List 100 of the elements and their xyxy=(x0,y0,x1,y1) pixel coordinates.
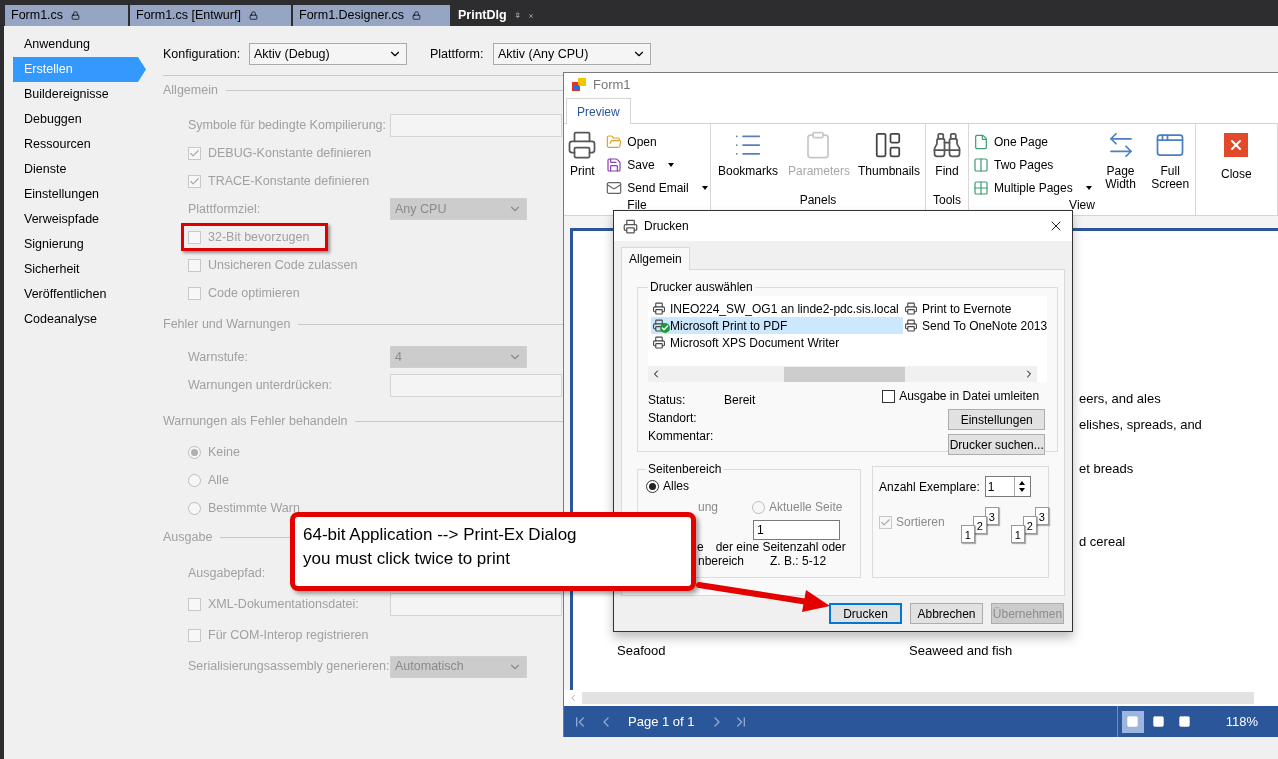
document-tab[interactable]: Form1.cs [Entwurf] xyxy=(130,5,291,26)
close-icon xyxy=(1224,133,1249,157)
info-label: Status: xyxy=(648,392,687,409)
app-icon xyxy=(572,78,587,92)
checkbox-label: Code optimieren xyxy=(208,284,300,302)
document-text: Seafood xyxy=(617,642,667,657)
section-title: Warnungen als Fehler behandeln xyxy=(163,412,348,430)
ribbon-tab[interactable]: Preview xyxy=(566,98,631,124)
ribbon-button[interactable]: Page Width xyxy=(1095,124,1146,191)
radio-button[interactable] xyxy=(752,500,766,514)
thumbnails-icon xyxy=(873,130,903,160)
radio-label: ung xyxy=(698,499,719,516)
sidebar-item[interactable]: Verweispfade xyxy=(13,207,146,232)
field-label: Warnstufe: xyxy=(188,348,249,366)
printer-icon xyxy=(623,218,638,234)
sidebar-item[interactable]: Einstellungen xyxy=(13,182,146,207)
default-check-icon xyxy=(660,323,670,333)
printer-icon xyxy=(651,336,667,349)
sidebar-item[interactable]: Anwendung xyxy=(13,32,146,57)
ribbon-button[interactable]: Open xyxy=(606,130,708,153)
sidebar-item[interactable]: Ressourcen xyxy=(13,132,146,157)
pin-icon[interactable] xyxy=(514,10,521,21)
dialog-button[interactable]: Drucker suchen... xyxy=(948,434,1046,455)
ribbon-button[interactable]: Send Email xyxy=(606,176,708,199)
ribbon-button[interactable]: One Page xyxy=(973,130,1092,153)
printer-item[interactable]: INEO224_SW_OG1 an linde2-pdc.sis.local xyxy=(651,300,903,317)
checkbox-label: Für COM-Interop registrieren xyxy=(208,627,369,645)
lock-icon xyxy=(71,11,81,20)
info-label: Kommentar: xyxy=(648,428,715,445)
document-text: et breads xyxy=(1079,460,1134,475)
checkbox-label: DEBUG-Konstante definieren xyxy=(208,144,372,162)
sidebar-item[interactable]: Codeanalyse xyxy=(13,307,146,332)
dialog-button[interactable]: Einstellungen xyxy=(948,409,1046,430)
field-label: Plattformziel: xyxy=(188,200,262,218)
ribbon-button[interactable]: Multiple Pages xyxy=(973,176,1092,199)
document-tab[interactable]: Form1.cs xyxy=(5,5,128,26)
sidebar-item[interactable]: Buildereignisse xyxy=(13,82,146,107)
caret-icon xyxy=(667,162,674,167)
radio-label: Alles xyxy=(663,478,689,495)
sidebar-item[interactable]: Sicherheit xyxy=(13,257,146,282)
printer-item[interactable]: Print to Evernote xyxy=(903,300,1048,317)
page-icon xyxy=(973,133,989,150)
document-tab[interactable]: Form1.Designer.cs xyxy=(293,5,450,26)
two-pages-icon xyxy=(973,156,989,173)
section-title: Fehler und Warnungen xyxy=(163,315,291,333)
printer-item[interactable]: Microsoft Print to PDF xyxy=(651,317,903,334)
hint-text: der eine Seitenzahl oder xyxy=(715,541,846,554)
info-label: Standort: xyxy=(648,410,698,427)
field-label: Konfiguration: xyxy=(163,45,242,63)
page-indicator: Page 1 of 1 xyxy=(628,712,695,731)
view-mode-button[interactable] xyxy=(1121,710,1144,733)
ribbon-button[interactable]: Thumbnails xyxy=(853,124,923,178)
caret-icon xyxy=(701,185,708,190)
copies-spinner[interactable]: 1 xyxy=(984,476,1031,497)
ribbon-button[interactable]: Bookmarks xyxy=(713,124,783,178)
horizontal-scrollbar[interactable] xyxy=(648,366,1038,382)
folder-icon xyxy=(606,133,623,150)
printer-icon xyxy=(903,319,919,332)
printer-item[interactable]: Send To OneNote 2013 xyxy=(903,317,1048,334)
dropdown[interactable]: Aktiv (Debug) xyxy=(249,43,407,65)
ribbon-button[interactable]: Close xyxy=(1216,124,1257,181)
dialog-button[interactable]: Abbrechen xyxy=(910,603,983,624)
group-title: Drucker auswählen xyxy=(649,279,754,296)
hint-text: Z. B.: 5-12 xyxy=(770,555,827,568)
dialog-button[interactable]: Drucken xyxy=(829,603,902,624)
ribbon-button[interactable]: Save xyxy=(606,153,708,176)
radio-label: Alle xyxy=(208,471,229,489)
sidebar-item[interactable]: Veröffentlichen xyxy=(13,282,146,307)
dropdown[interactable]: Aktiv (Any CPU) xyxy=(493,43,651,65)
printer-item[interactable]: Microsoft XPS Document Writer xyxy=(651,334,903,351)
caret-icon xyxy=(1085,185,1092,190)
lock-icon xyxy=(411,11,421,20)
pages-field[interactable]: 1 xyxy=(753,520,840,540)
binoculars-icon xyxy=(932,130,962,160)
field-label: Serialisierungsassembly generieren: xyxy=(188,658,390,676)
sidebar-item[interactable]: Debuggen xyxy=(13,107,146,132)
scroll-left-icon[interactable] xyxy=(568,693,578,703)
field-label: Symbole für bedingte Kompilierung: xyxy=(188,116,388,134)
group-label: Panels xyxy=(798,194,838,207)
dialog-tab[interactable]: Allgemein xyxy=(621,247,690,270)
radio-button[interactable] xyxy=(646,479,659,493)
ribbon-button[interactable]: Print xyxy=(562,124,603,178)
checkbox-label: Ausgabe in Datei umleiten xyxy=(899,388,1040,405)
field-label: Plattform: xyxy=(430,45,485,63)
callout-text: you must click twice to print xyxy=(303,548,511,570)
checkbox-label: TRACE-Konstante definieren xyxy=(208,172,370,190)
checkbox-label: Sortieren xyxy=(896,514,945,531)
ribbon-button[interactable]: Find xyxy=(927,124,967,178)
sidebar-item[interactable]: Signierung xyxy=(13,232,146,257)
hint-text: nbereich xyxy=(698,555,745,568)
ribbon-button[interactable]: Full Screen xyxy=(1145,124,1195,191)
text-field[interactable] xyxy=(390,593,562,616)
zoom-level: 118% xyxy=(1225,712,1258,731)
document-text: eers, and ales xyxy=(1079,390,1161,405)
checkbox[interactable] xyxy=(882,389,896,403)
radio-label: Aktuelle Seite xyxy=(769,499,843,516)
document-text: elishes, spreads, and xyxy=(1079,416,1202,431)
ribbon-button[interactable]: Two Pages xyxy=(973,153,1092,176)
sidebar-item[interactable]: Dienste xyxy=(13,157,146,182)
text-field[interactable] xyxy=(390,373,562,397)
